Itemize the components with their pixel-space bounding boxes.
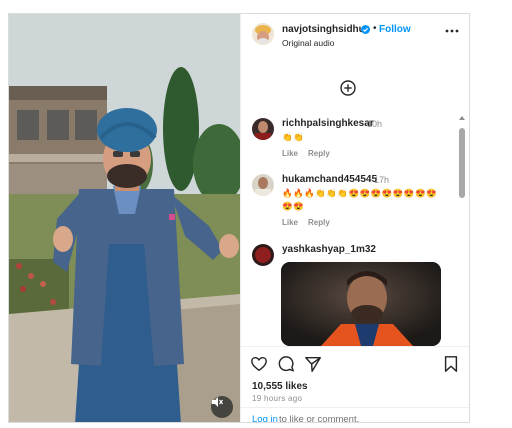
reply-comment-link[interactable]: Reply [308, 149, 330, 158]
comment-avatar-image [252, 244, 274, 266]
comments-scrollbar[interactable] [458, 116, 466, 346]
likes-count[interactable]: 10,555 likes [252, 381, 308, 392]
instagram-post: navjotsinghsidhu • Follow Original audio [8, 13, 470, 423]
author-username[interactable]: navjotsinghsidhu [282, 24, 365, 35]
post-header: navjotsinghsidhu • Follow Original audio [241, 14, 469, 58]
comment-avatar-image [252, 118, 274, 140]
mute-button[interactable] [211, 396, 233, 418]
author-avatar[interactable] [252, 23, 274, 45]
comment-avatar[interactable] [252, 244, 274, 266]
speaker-muted-icon [212, 397, 223, 407]
bookmark-icon[interactable] [442, 355, 460, 373]
verified-badge-icon [361, 25, 370, 34]
login-prompt-text: to like or comment. [279, 414, 360, 423]
comment-avatar[interactable] [252, 118, 274, 140]
heart-icon[interactable] [250, 355, 268, 373]
like-comment-link[interactable]: Like [282, 149, 298, 158]
comment-image-content [281, 262, 441, 346]
comment-avatar-image [252, 174, 274, 196]
post-video[interactable] [9, 14, 240, 422]
comment-image[interactable] [281, 262, 441, 346]
comment-username[interactable]: yashkashyap_1m32 [282, 244, 376, 255]
login-prompt: Log in to like or comment. [241, 407, 469, 423]
comment-text: 🔥🔥🔥👏👏👏😍😍😍😍😍😍😍😍😍😍 [282, 188, 438, 211]
comment-text: 👏👏 [282, 132, 305, 142]
comment-icon[interactable] [277, 355, 295, 373]
post-side-panel: navjotsinghsidhu • Follow Original audio [240, 14, 469, 423]
comment-time: 17h [374, 175, 390, 185]
author-avatar-image [252, 23, 274, 45]
comments-list: richhpalsinghkesar 10h 👏👏 Like Reply huka… [241, 58, 469, 346]
reply-comment-link[interactable]: Reply [308, 218, 330, 227]
comment-actions: Like Reply [282, 149, 340, 158]
comment-time: 10h [367, 119, 383, 129]
post-timestamp[interactable]: 19 hours ago [252, 394, 302, 403]
more-horizontal-icon[interactable] [445, 28, 459, 34]
scrollbar-thumb[interactable] [459, 128, 465, 198]
audio-label[interactable]: Original audio [282, 38, 334, 48]
follow-button[interactable]: Follow [379, 24, 411, 35]
separator-dot: • [373, 23, 377, 34]
comment-username[interactable]: richhpalsinghkesar [282, 118, 374, 129]
plus-circle-icon[interactable] [340, 80, 356, 96]
login-link[interactable]: Log in [252, 414, 278, 422]
comment-username[interactable]: hukamchand454545 [282, 174, 377, 185]
video-frame [9, 14, 240, 422]
post-actions: 10,555 likes 19 hours ago Log in to like… [241, 346, 469, 423]
comment-avatar[interactable] [252, 174, 274, 196]
like-comment-link[interactable]: Like [282, 218, 298, 227]
share-icon[interactable] [304, 355, 322, 373]
comment-actions: Like Reply [282, 218, 340, 227]
scroll-up-arrow-icon[interactable] [459, 116, 465, 120]
